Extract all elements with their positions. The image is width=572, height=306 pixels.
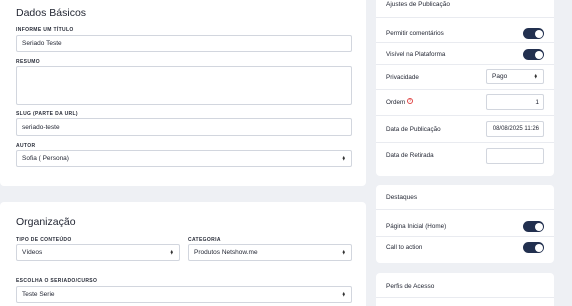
visible-toggle[interactable] [523,49,544,60]
visible-label: Visível na Plataforma [386,51,446,58]
content-type-select[interactable]: Vídeos ▲ ▼ [16,244,180,261]
divider [376,236,554,237]
toggle-knob [534,50,543,59]
highlights-title: Destaques [386,194,418,201]
publish-date-value: 08/08/2025 11:26 [492,126,539,132]
organization-title: Organização [16,216,76,228]
slug-input[interactable]: seriado-teste [16,118,352,136]
select-caret-icon: ▲ ▼ [341,290,346,298]
cta-label: Call to action [386,244,423,251]
help-icon[interactable]: ? [407,98,413,104]
select-caret-icon: ▲ ▼ [169,248,174,256]
content-type-label: TIPO DE CONTEÚDO [16,237,72,243]
content-type-value: Vídeos [22,249,43,256]
toggle-knob [534,243,543,252]
select-caret-icon: ▲ ▼ [341,248,346,256]
category-value: Produtos Netshow.me [194,249,258,256]
divider [376,142,554,143]
category-label: CATEGORIA [188,237,221,243]
author-select[interactable]: Sofia ( Persona) ▲ ▼ [16,150,352,167]
summary-textarea[interactable] [16,66,352,105]
select-caret-icon: ▲ ▼ [341,154,346,162]
series-select[interactable]: Teste Serie ▲ ▼ [16,286,352,303]
home-label: Página Inicial (Home) [386,223,447,230]
order-input[interactable]: 1 [486,94,544,110]
remove-date-label: Data de Retirada [386,152,434,159]
allow-comments-toggle[interactable] [523,28,544,39]
series-value: Teste Serie [22,291,55,298]
cta-toggle[interactable] [523,242,544,253]
publication-title: Ajustes de Publicação [386,1,450,8]
publish-date-input[interactable]: 08/08/2025 11:26 [486,121,544,137]
title-input[interactable]: Seriado Teste [16,35,352,52]
title-input-value: Seriado Teste [22,40,62,47]
divider [376,89,554,90]
divider [376,115,554,116]
slug-input-value: seriado-teste [22,123,60,131]
home-toggle[interactable] [523,221,544,232]
allow-comments-label: Permitir comentários [386,30,444,37]
series-label: ESCOLHA O SERIADO/CURSO [16,278,98,284]
publish-date-label: Data de Publicação [386,126,441,133]
toggle-knob [534,29,543,38]
summary-field-label: RESUMO [16,59,41,65]
category-select[interactable]: Produtos Netshow.me ▲ ▼ [188,244,352,261]
divider [376,17,554,18]
divider [376,297,554,298]
divider [376,42,554,43]
privacy-select[interactable]: Pago ▲ ▼ [486,69,544,84]
basics-title: Dados Básicos [16,7,87,19]
access-title: Perfis de Acesso [386,283,435,290]
privacy-value: Pago [492,73,508,80]
author-select-value: Sofia ( Persona) [22,155,69,162]
toggle-knob [534,222,543,231]
author-field-label: AUTOR [16,143,36,149]
order-label: Ordem [386,99,406,106]
title-field-label: INFORME UM TÍTULO [16,27,74,33]
order-input-value: 1 [535,98,539,106]
divider [376,64,554,65]
privacy-label: Privacidade [386,74,419,81]
divider [376,209,554,210]
remove-date-input[interactable] [486,148,544,164]
select-caret-icon: ▲ ▼ [533,72,538,80]
slug-field-label: SLUG (PARTE DA URL) [16,111,78,117]
